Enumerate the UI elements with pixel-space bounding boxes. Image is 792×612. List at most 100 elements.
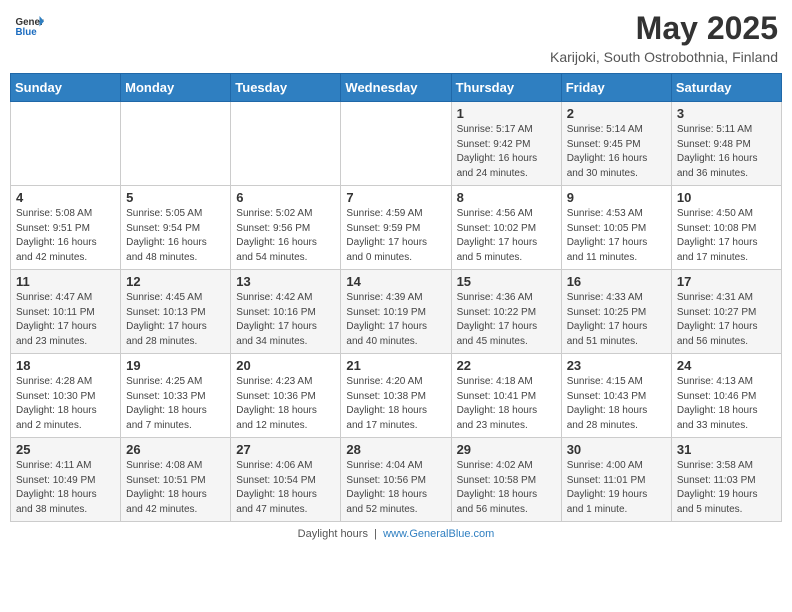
calendar-cell: 6 Sunrise: 5:02 AM Sunset: 9:56 PM Daylig… [231,186,341,270]
calendar-cell: 11 Sunrise: 4:47 AM Sunset: 10:11 PM Dayl… [11,270,121,354]
day-info: Sunrise: 4:47 AM Sunset: 10:11 PM Daylig… [16,291,115,349]
day-number: 24 [677,358,776,373]
calendar-cell: 9 Sunrise: 4:53 AM Sunset: 10:05 PM Dayli… [561,186,671,270]
calendar-cell: 3 Sunrise: 5:11 AM Sunset: 9:48 PM Daylig… [671,102,781,186]
day-number: 25 [16,442,115,457]
calendar-cell: 26 Sunrise: 4:08 AM Sunset: 10:51 PM Dayl… [121,438,231,522]
calendar-cell: 7 Sunrise: 4:59 AM Sunset: 9:59 PM Daylig… [341,186,451,270]
weekday-header-monday: Monday [121,74,231,102]
day-info: Sunrise: 4:00 AM Sunset: 11:01 PM Daylig… [567,459,666,517]
day-number: 26 [126,442,225,457]
day-number: 21 [346,358,445,373]
day-number: 14 [346,274,445,289]
day-info: Sunrise: 4:18 AM Sunset: 10:41 PM Daylig… [457,375,556,433]
day-info: Sunrise: 5:11 AM Sunset: 9:48 PM Dayligh… [677,123,776,181]
day-info: Sunrise: 4:13 AM Sunset: 10:46 PM Daylig… [677,375,776,433]
day-number: 23 [567,358,666,373]
day-info: Sunrise: 4:31 AM Sunset: 10:27 PM Daylig… [677,291,776,349]
day-number: 10 [677,190,776,205]
day-info: Sunrise: 4:50 AM Sunset: 10:08 PM Daylig… [677,207,776,265]
month-title: May 2025 [550,10,778,47]
day-number: 8 [457,190,556,205]
day-info: Sunrise: 4:56 AM Sunset: 10:02 PM Daylig… [457,207,556,265]
calendar-cell: 22 Sunrise: 4:18 AM Sunset: 10:41 PM Dayl… [451,354,561,438]
title-area: May 2025 Karijoki, South Ostrobothnia, F… [550,10,778,65]
day-number: 12 [126,274,225,289]
logo-icon: General Blue [14,10,44,40]
calendar-cell: 28Sunrise: 4:04 AM Sunset: 10:56 PM Dayl… [341,438,451,522]
day-info: Sunrise: 4:11 AM Sunset: 10:49 PM Daylig… [16,459,115,517]
calendar-week-row: 18 Sunrise: 4:28 AM Sunset: 10:30 PM Dayl… [11,354,782,438]
day-info: Sunrise: 5:17 AM Sunset: 9:42 PM Dayligh… [457,123,556,181]
weekday-header-thursday: Thursday [451,74,561,102]
location-subtitle: Karijoki, South Ostrobothnia, Finland [550,49,778,65]
calendar-cell: 13 Sunrise: 4:42 AM Sunset: 10:16 PM Dayl… [231,270,341,354]
calendar-cell: 12Sunrise: 4:45 AM Sunset: 10:13 PM Dayl… [121,270,231,354]
calendar-cell: 5Sunrise: 5:05 AM Sunset: 9:54 PM Daylig… [121,186,231,270]
calendar-week-row: 25 Sunrise: 4:11 AM Sunset: 10:49 PM Dayl… [11,438,782,522]
day-number: 28 [346,442,445,457]
day-number: 9 [567,190,666,205]
day-number: 30 [567,442,666,457]
day-number: 7 [346,190,445,205]
day-info: Sunrise: 4:25 AM Sunset: 10:33 PM Daylig… [126,375,225,433]
calendar-cell [231,102,341,186]
day-info: Sunrise: 5:05 AM Sunset: 9:54 PM Dayligh… [126,207,225,265]
calendar-cell: 27 Sunrise: 4:06 AM Sunset: 10:54 PM Dayl… [231,438,341,522]
day-info: Sunrise: 4:59 AM Sunset: 9:59 PM Dayligh… [346,207,445,265]
weekday-header-row: SundayMondayTuesdayWednesdayThursdayFrid… [11,74,782,102]
calendar-cell: 25 Sunrise: 4:11 AM Sunset: 10:49 PM Dayl… [11,438,121,522]
day-number: 17 [677,274,776,289]
day-info: Sunrise: 4:33 AM Sunset: 10:25 PM Daylig… [567,291,666,349]
calendar-cell [341,102,451,186]
day-number: 18 [16,358,115,373]
day-number: 11 [16,274,115,289]
calendar-cell [121,102,231,186]
day-number: 19 [126,358,225,373]
page-header: General Blue May 2025 Karijoki, South Os… [10,10,782,65]
calendar-cell: 2 Sunrise: 5:14 AM Sunset: 9:45 PM Daylig… [561,102,671,186]
day-info: Sunrise: 4:20 AM Sunset: 10:38 PM Daylig… [346,375,445,433]
calendar-cell: 8 Sunrise: 4:56 AM Sunset: 10:02 PM Dayli… [451,186,561,270]
day-number: 16 [567,274,666,289]
day-info: Sunrise: 4:53 AM Sunset: 10:05 PM Daylig… [567,207,666,265]
calendar-week-row: 4 Sunrise: 5:08 AM Sunset: 9:51 PM Daylig… [11,186,782,270]
website-link[interactable]: www.GeneralBlue.com [383,528,494,540]
day-info: Sunrise: 4:08 AM Sunset: 10:51 PM Daylig… [126,459,225,517]
day-number: 2 [567,106,666,121]
calendar-cell: 17 Sunrise: 4:31 AM Sunset: 10:27 PM Dayl… [671,270,781,354]
day-info: Sunrise: 4:06 AM Sunset: 10:54 PM Daylig… [236,459,335,517]
day-number: 3 [677,106,776,121]
day-number: 20 [236,358,335,373]
day-info: Sunrise: 5:02 AM Sunset: 9:56 PM Dayligh… [236,207,335,265]
day-info: Sunrise: 5:14 AM Sunset: 9:45 PM Dayligh… [567,123,666,181]
calendar-cell: 19 Sunrise: 4:25 AM Sunset: 10:33 PM Dayl… [121,354,231,438]
calendar-cell: 4 Sunrise: 5:08 AM Sunset: 9:51 PM Daylig… [11,186,121,270]
weekday-header-tuesday: Tuesday [231,74,341,102]
weekday-header-wednesday: Wednesday [341,74,451,102]
day-number: 27 [236,442,335,457]
day-info: Sunrise: 5:08 AM Sunset: 9:51 PM Dayligh… [16,207,115,265]
day-info: Sunrise: 4:39 AM Sunset: 10:19 PM Daylig… [346,291,445,349]
day-number: 29 [457,442,556,457]
day-number: 6 [236,190,335,205]
calendar-cell: 14 Sunrise: 4:39 AM Sunset: 10:19 PM Dayl… [341,270,451,354]
day-number: 22 [457,358,556,373]
day-info: Sunrise: 3:58 AM Sunset: 11:03 PM Daylig… [677,459,776,517]
calendar-cell: 24 Sunrise: 4:13 AM Sunset: 10:46 PM Dayl… [671,354,781,438]
weekday-header-friday: Friday [561,74,671,102]
day-info: Sunrise: 4:02 AM Sunset: 10:58 PM Daylig… [457,459,556,517]
calendar-cell: 21 Sunrise: 4:20 AM Sunset: 10:38 PM Dayl… [341,354,451,438]
day-info: Sunrise: 4:28 AM Sunset: 10:30 PM Daylig… [16,375,115,433]
calendar-cell: 15Sunrise: 4:36 AM Sunset: 10:22 PM Dayl… [451,270,561,354]
svg-text:Blue: Blue [16,27,38,38]
day-number: 1 [457,106,556,121]
calendar-cell [11,102,121,186]
day-number: 31 [677,442,776,457]
calendar-cell: 1 Sunrise: 5:17 AM Sunset: 9:42 PM Daylig… [451,102,561,186]
day-info: Sunrise: 4:42 AM Sunset: 10:16 PM Daylig… [236,291,335,349]
day-number: 13 [236,274,335,289]
day-number: 4 [16,190,115,205]
calendar-cell: 29 Sunrise: 4:02 AM Sunset: 10:58 PM Dayl… [451,438,561,522]
calendar-table: SundayMondayTuesdayWednesdayThursdayFrid… [10,73,782,522]
